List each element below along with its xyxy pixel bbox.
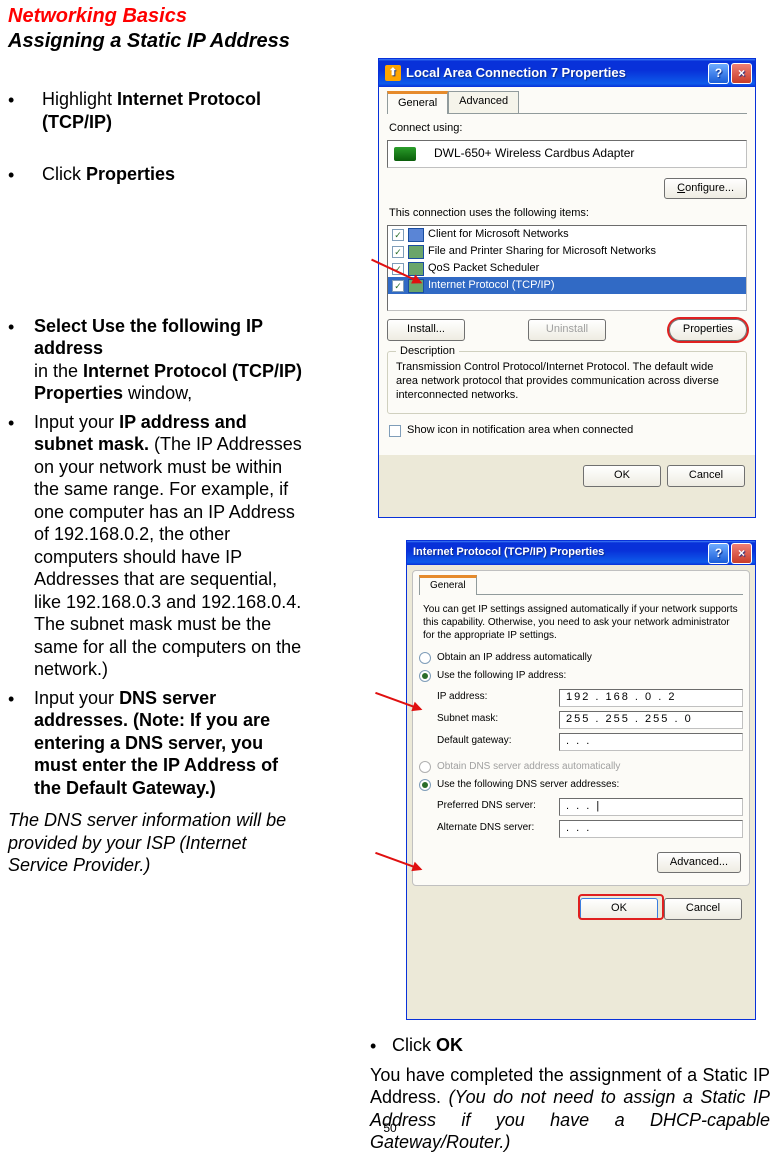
ok-button[interactable]: OK [580,898,658,920]
isp-note: The DNS server information will be provi… [8,809,308,877]
list-item[interactable]: ✓ Client for Microsoft Networks [388,226,746,243]
adapter-name: DWL-650+ Wireless Cardbus Adapter [434,146,634,161]
bullet-click-properties: Click Properties [42,163,308,186]
tabs: General [419,575,743,595]
dialog-title: Local Area Connection 7 Properties [406,65,706,81]
show-icon-label: Show icon in notification area when conn… [407,424,633,438]
tab-general[interactable]: General [387,91,448,114]
bullet-icon: • [8,689,18,711]
configure-button[interactable]: Configure... [664,178,747,200]
bullet-input-dns: Input your DNS server addresses. (Note: … [34,687,308,800]
tab-general[interactable]: General [419,575,477,595]
advanced-button[interactable]: Advanced... [657,852,741,874]
page-number: 50 [0,1121,780,1136]
gateway-label: Default gateway: [437,735,559,748]
pref-dns-label: Preferred DNS server: [437,800,559,813]
checkbox-icon[interactable]: ✓ [392,229,404,241]
subnet-label: Subnet mask: [437,713,559,726]
doc-title: Networking Basics [8,4,772,29]
dialog-title: Internet Protocol (TCP/IP) Properties [413,546,706,560]
alt-dns-label: Alternate DNS server: [437,822,559,835]
doc-subtitle: Assigning a Static IP Address [8,29,772,54]
bullet-icon: • [370,1036,380,1058]
description-text: Transmission Control Protocol/Internet P… [396,361,719,402]
radio-obtain-dns [419,761,431,773]
bullet-select-ip: Select Use the following IP address in t… [34,315,308,405]
uninstall-button: Uninstall [528,319,606,341]
list-item-tcpip[interactable]: ✓ Internet Protocol (TCP/IP) [388,277,746,294]
ok-button[interactable]: OK [583,465,661,487]
bullet-icon: • [8,317,18,339]
description-label: Description [396,344,459,358]
cancel-button[interactable]: Cancel [667,465,745,487]
radio-use-ip-label: Use the following IP address: [437,670,566,683]
pref-dns-input[interactable]: . . . | [559,798,743,816]
show-icon-checkbox[interactable]: ✓ [389,425,401,437]
tabs: General Advanced [387,91,747,114]
radio-use-dns[interactable] [419,779,431,791]
titlebar[interactable]: Internet Protocol (TCP/IP) Properties ? … [407,541,755,565]
properties-button[interactable]: Properties [669,319,747,341]
ip-address-input[interactable]: 192 . 168 . 0 . 2 [559,689,743,707]
list-item[interactable]: ✓ File and Printer Sharing for Microsoft… [388,243,746,260]
list-item[interactable]: ✓ QoS Packet Scheduler [388,260,746,277]
cancel-button[interactable]: Cancel [664,898,742,920]
items-label: This connection uses the following items… [389,207,747,221]
adapter-field[interactable]: DWL-650+ Wireless Cardbus Adapter [387,140,747,168]
install-button[interactable]: Install... [387,319,465,341]
ip-address-label: IP address: [437,691,559,704]
checkbox-icon[interactable]: ✓ [392,246,404,258]
radio-obtain-ip[interactable] [419,652,431,664]
tcpip-properties-dialog: Internet Protocol (TCP/IP) Properties ? … [406,540,756,1020]
info-text: You can get IP settings assigned automat… [423,603,739,642]
tab-advanced[interactable]: Advanced [448,91,519,113]
close-button[interactable]: × [731,63,752,84]
radio-obtain-dns-label: Obtain DNS server address automatically [437,761,620,774]
radio-use-dns-label: Use the following DNS server addresses: [437,779,619,792]
checkbox-icon[interactable]: ✓ [392,280,404,292]
subnet-input[interactable]: 255 . 255 . 255 . 0 [559,711,743,729]
bullet-icon: • [8,165,18,187]
client-icon [408,228,424,242]
radio-use-ip[interactable] [419,670,431,682]
gateway-input[interactable]: . . . [559,733,743,751]
titlebar[interactable]: ⬆ Local Area Connection 7 Properties ? × [379,59,755,87]
bullet-highlight: Highlight Internet Protocol (TCP/IP) [42,88,308,133]
close-button[interactable]: × [731,543,752,564]
bullet-input-ip: Input your IP address and subnet mask. (… [34,411,308,681]
nic-icon [394,147,416,161]
completion-text: You have completed the assignment of a S… [370,1064,770,1154]
help-button[interactable]: ? [708,63,729,84]
bullet-icon: • [8,90,18,112]
connection-properties-dialog: ⬆ Local Area Connection 7 Properties ? ×… [378,58,756,518]
help-button[interactable]: ? [708,543,729,564]
radio-obtain-ip-label: Obtain an IP address automatically [437,652,592,665]
connection-icon: ⬆ [385,65,401,81]
qos-icon [408,262,424,276]
fileshare-icon [408,245,424,259]
instructions-left: • Highlight Internet Protocol (TCP/IP) •… [8,88,308,877]
items-list[interactable]: ✓ Client for Microsoft Networks ✓ File a… [387,225,747,311]
alt-dns-input[interactable]: . . . [559,820,743,838]
connect-using-label: Connect using: [389,122,747,136]
bullet-icon: • [8,413,18,435]
